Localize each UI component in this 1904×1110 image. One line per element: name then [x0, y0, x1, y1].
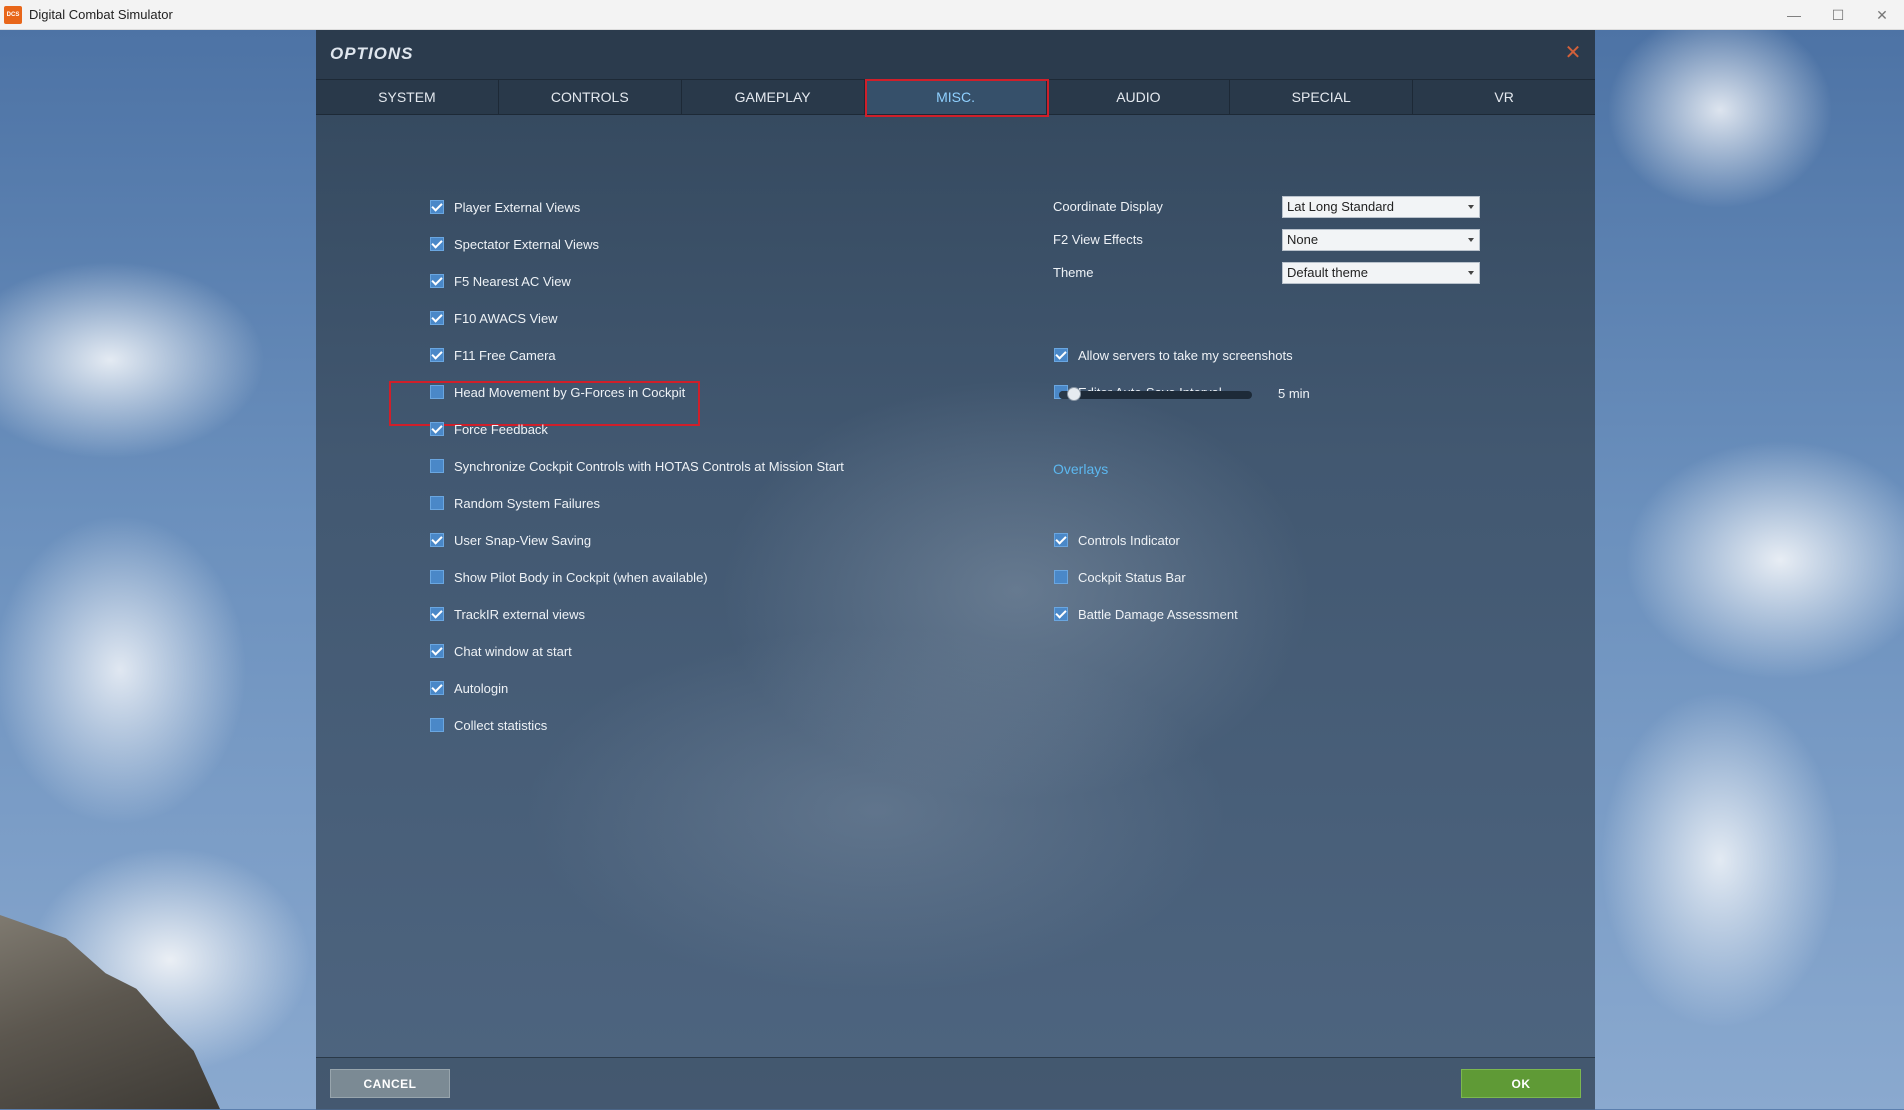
checkbox[interactable]: [430, 607, 444, 621]
option-synchronize-cockpit-controls[interactable]: Synchronize Cockpit Controls with HOTAS …: [430, 456, 844, 476]
window-title-bar: DCS Digital Combat Simulator — ☐ ✕: [0, 0, 1904, 30]
tab-audio[interactable]: AUDIO: [1047, 80, 1231, 114]
option-show-pilot-body[interactable]: Show Pilot Body in Cockpit (when availab…: [430, 567, 708, 587]
checkbox[interactable]: [1054, 570, 1068, 584]
option-label: F11 Free Camera: [454, 347, 556, 363]
window-title: Digital Combat Simulator: [29, 7, 173, 22]
checkbox[interactable]: [1054, 533, 1068, 547]
ok-button[interactable]: OK: [1461, 1069, 1581, 1098]
option-label: TrackIR external views: [454, 606, 585, 622]
checkbox[interactable]: [430, 237, 444, 251]
option-label: Synchronize Cockpit Controls with HOTAS …: [454, 458, 844, 474]
checkbox[interactable]: [430, 274, 444, 288]
option-trackir-external-views[interactable]: TrackIR external views: [430, 604, 585, 624]
checkbox[interactable]: [430, 570, 444, 584]
option-label: Player External Views: [454, 199, 581, 215]
option-collect-statistics[interactable]: Collect statistics: [430, 715, 547, 735]
checkbox[interactable]: [430, 200, 444, 214]
checkbox[interactable]: [1054, 348, 1068, 362]
option-label: Chat window at start: [454, 643, 572, 659]
chevron-down-icon: [1468, 205, 1474, 209]
checkbox[interactable]: [430, 644, 444, 658]
checkbox[interactable]: [430, 459, 444, 473]
cancel-button[interactable]: CANCEL: [330, 1069, 450, 1098]
checkbox[interactable]: [430, 496, 444, 510]
option-user-snap-view-saving[interactable]: User Snap-View Saving: [430, 530, 591, 550]
tab-gameplay[interactable]: GAMEPLAY: [682, 80, 865, 114]
checkbox[interactable]: [430, 311, 444, 325]
slider-thumb[interactable]: [1067, 387, 1082, 401]
option-controls-indicator[interactable]: Controls Indicator: [1054, 530, 1180, 550]
option-cockpit-status-bar[interactable]: Cockpit Status Bar: [1054, 567, 1186, 587]
dialog-footer: [316, 1057, 1595, 1110]
tab-misc[interactable]: MISC.: [864, 79, 1050, 117]
maximize-icon[interactable]: ☐: [1816, 0, 1860, 30]
option-allow-servers-screenshots[interactable]: Allow servers to take my screenshots: [1054, 345, 1293, 365]
option-head-movement-gforces[interactable]: Head Movement by G-Forces in Cockpit: [430, 382, 685, 402]
checkbox[interactable]: [430, 385, 444, 399]
option-label: Allow servers to take my screenshots: [1078, 347, 1293, 363]
option-random-system-failures[interactable]: Random System Failures: [430, 493, 600, 513]
option-f5-nearest-ac-view[interactable]: F5 Nearest AC View: [430, 271, 571, 291]
options-dialog: OPTIONS ✕ SYSTEM CONTROLS GAMEPLAY MISC.…: [316, 30, 1595, 1110]
tab-controls[interactable]: CONTROLS: [499, 80, 682, 114]
checkbox[interactable]: [430, 533, 444, 547]
option-label: User Snap-View Saving: [454, 532, 592, 548]
dcs-app-icon: DCS: [4, 5, 22, 24]
coordinate-display-select[interactable]: Lat Long Standard: [1282, 196, 1480, 218]
dialog-title: OPTIONS: [330, 44, 414, 63]
option-battle-damage-assessment[interactable]: Battle Damage Assessment: [1054, 604, 1238, 624]
close-icon[interactable]: ✕: [1860, 0, 1904, 30]
tab-system[interactable]: SYSTEM: [316, 80, 499, 114]
checkbox[interactable]: [430, 718, 444, 732]
dialog-header: OPTIONS ✕: [316, 30, 1595, 79]
option-label: Controls Indicator: [1078, 532, 1180, 548]
select-value: Lat Long Standard: [1287, 199, 1394, 214]
option-label: Show Pilot Body in Cockpit (when availab…: [454, 569, 708, 585]
option-label: F10 AWACS View: [454, 310, 558, 326]
theme-select[interactable]: Default theme: [1282, 262, 1480, 284]
chevron-down-icon: [1468, 271, 1474, 275]
tab-special[interactable]: SPECIAL: [1230, 80, 1414, 114]
window-controls: — ☐ ✕: [1772, 0, 1904, 30]
option-label: Head Movement by G-Forces in Cockpit: [454, 384, 686, 400]
option-force-feedback[interactable]: Force Feedback: [430, 419, 548, 439]
minimize-icon[interactable]: —: [1772, 0, 1816, 30]
checkbox[interactable]: [430, 348, 444, 362]
option-label: Battle Damage Assessment: [1078, 606, 1238, 622]
f2-view-effects-label: F2 View Effects: [1053, 232, 1143, 247]
option-label: Force Feedback: [454, 421, 548, 437]
select-value: Default theme: [1287, 265, 1368, 280]
close-dialog-icon[interactable]: ✕: [1563, 43, 1583, 63]
option-label: Autologin: [454, 680, 509, 696]
checkbox[interactable]: [1054, 607, 1068, 621]
option-spectator-external-views[interactable]: Spectator External Views: [430, 234, 599, 254]
tab-vr[interactable]: VR: [1413, 80, 1595, 114]
theme-label: Theme: [1053, 265, 1094, 280]
option-chat-window-at-start[interactable]: Chat window at start: [430, 641, 572, 661]
select-value: None: [1287, 232, 1319, 247]
checkbox[interactable]: [430, 422, 444, 436]
coordinate-display-label: Coordinate Display: [1053, 199, 1163, 214]
option-label: Random System Failures: [454, 495, 600, 511]
option-player-external-views[interactable]: Player External Views: [430, 197, 580, 217]
chevron-down-icon: [1468, 238, 1474, 242]
autosave-interval-value: 5 min: [1278, 386, 1310, 401]
options-tabs: SYSTEM CONTROLS GAMEPLAY MISC. AUDIO SPE…: [316, 79, 1595, 117]
option-label: Cockpit Status Bar: [1078, 569, 1186, 585]
autosave-interval-slider[interactable]: [1059, 387, 1252, 401]
overlays-heading: Overlays: [1053, 461, 1109, 477]
option-autologin[interactable]: Autologin: [430, 678, 508, 698]
checkbox[interactable]: [430, 681, 444, 695]
option-f10-awacs-view[interactable]: F10 AWACS View: [430, 308, 558, 328]
option-label: Collect statistics: [454, 717, 548, 733]
option-label: F5 Nearest AC View: [454, 273, 571, 289]
option-f11-free-camera[interactable]: F11 Free Camera: [430, 345, 556, 365]
f2-view-effects-select[interactable]: None: [1282, 229, 1480, 251]
option-label: Spectator External Views: [454, 236, 599, 252]
